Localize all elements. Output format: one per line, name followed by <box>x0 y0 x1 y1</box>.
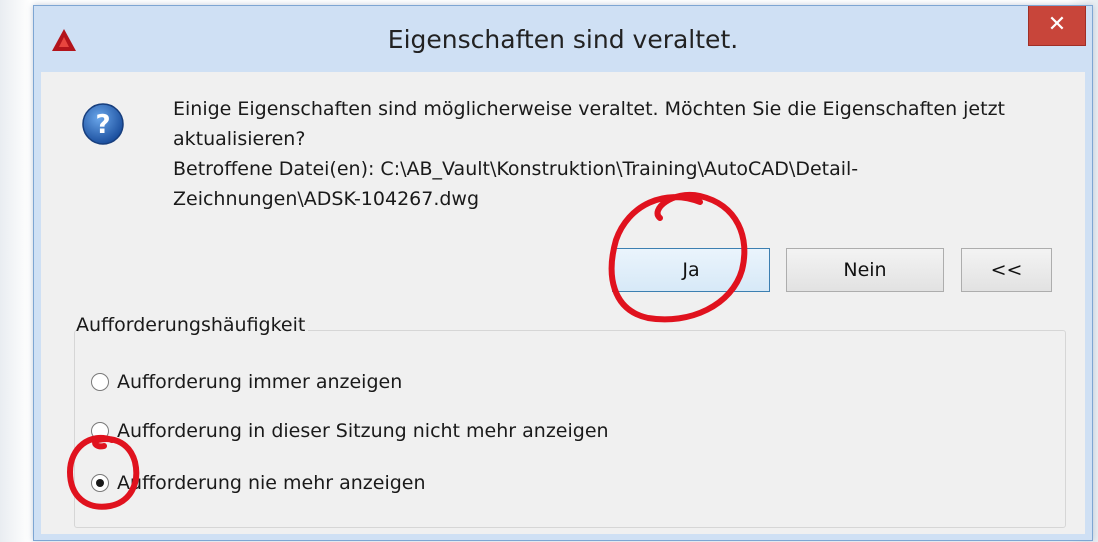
collapse-button[interactable]: << <box>961 248 1052 292</box>
radio-label: Aufforderung nie mehr anzeigen <box>117 472 426 494</box>
message-line: aktualisieren? <box>173 128 306 150</box>
no-button[interactable]: Nein <box>786 248 944 292</box>
svg-text:?: ? <box>95 110 110 140</box>
close-button[interactable]: ✕ <box>1028 6 1086 46</box>
radio-button-selected[interactable] <box>91 474 109 492</box>
radio-button[interactable] <box>91 373 109 391</box>
yes-button[interactable]: Ja <box>612 248 770 292</box>
radio-label: Aufforderung immer anzeigen <box>117 371 403 393</box>
question-icon: ? <box>82 103 124 145</box>
message-line: Zeichnungen\ADSK-104267.dwg <box>173 188 480 210</box>
window-title: Eigenschaften sind veraltet. <box>387 25 739 54</box>
radio-label: Aufforderung in dieser Sitzung nicht meh… <box>117 420 609 442</box>
close-icon: ✕ <box>1047 12 1067 37</box>
message-line: Einige Eigenschaften sind möglicherweise… <box>173 98 1005 120</box>
dialog-window: Eigenschaften sind veraltet. ✕ ? Einige … <box>33 5 1093 541</box>
radio-button[interactable] <box>91 422 109 440</box>
prompt-frequency-legend: Aufforderungshäufigkeit <box>76 314 309 336</box>
radio-selected-dot <box>96 479 104 487</box>
dialog-body: ? Einige Eigenschaften sind möglicherwei… <box>41 72 1085 534</box>
message-text: Einige Eigenschaften sind möglicherweise… <box>173 94 1053 214</box>
title-bar: Eigenschaften sind veraltet. ✕ <box>34 6 1092 72</box>
message-line: Betroffene Datei(en): C:\AB_Vault\Konstr… <box>173 158 859 180</box>
